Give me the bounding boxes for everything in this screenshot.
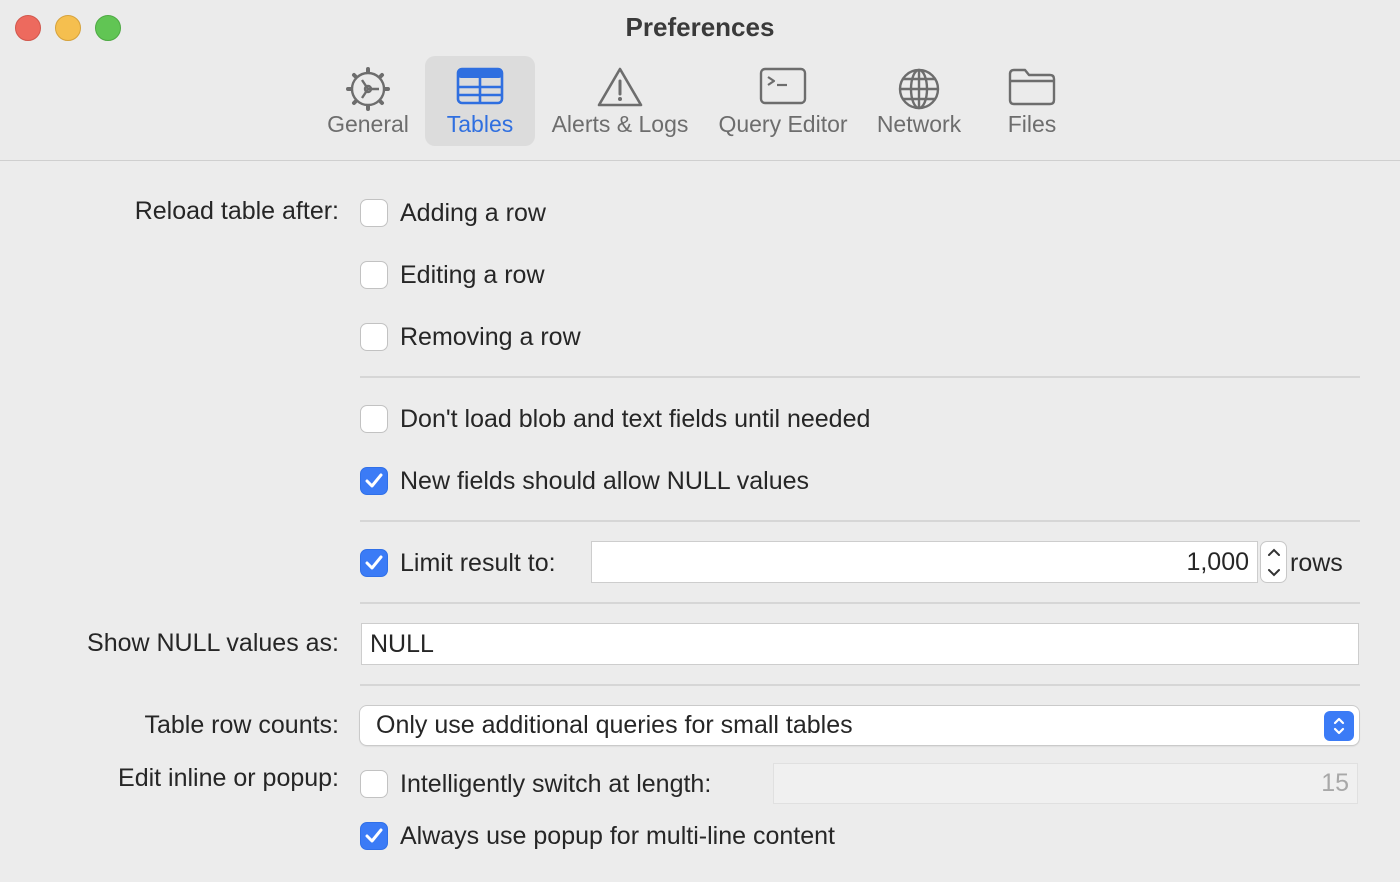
divider bbox=[360, 520, 1360, 522]
null-display-input[interactable]: NULL bbox=[361, 623, 1359, 665]
folder-icon bbox=[1008, 68, 1056, 106]
removing-row-checkbox[interactable] bbox=[360, 323, 388, 351]
tab-general-label: General bbox=[327, 111, 409, 137]
adding-row-option[interactable]: Adding a row bbox=[360, 197, 546, 229]
removing-row-option[interactable]: Removing a row bbox=[360, 321, 581, 353]
intelligent-switch-checkbox[interactable] bbox=[360, 770, 388, 798]
checkmark-icon bbox=[365, 828, 383, 843]
tab-alerts-logs-label: Alerts & Logs bbox=[551, 111, 689, 137]
editing-row-checkbox[interactable] bbox=[360, 261, 388, 289]
tab-tables[interactable]: Tables bbox=[425, 56, 535, 146]
tab-tables-label: Tables bbox=[446, 111, 514, 137]
stepper-down-button[interactable] bbox=[1261, 562, 1286, 582]
tab-query-editor-label: Query Editor bbox=[718, 111, 848, 137]
editing-row-option[interactable]: Editing a row bbox=[360, 259, 545, 291]
removing-row-label: Removing a row bbox=[400, 322, 581, 351]
switch-length-value: 15 bbox=[1321, 769, 1349, 797]
null-fields-checkbox[interactable] bbox=[360, 467, 388, 495]
window-title: Preferences bbox=[625, 12, 775, 42]
chevron-down-icon bbox=[1267, 568, 1280, 576]
gear-icon bbox=[346, 67, 390, 111]
divider bbox=[360, 684, 1360, 686]
row-counts-select[interactable]: Only use additional queries for small ta… bbox=[359, 705, 1360, 746]
checkmark-icon bbox=[365, 555, 383, 570]
chevron-up-icon bbox=[1267, 548, 1280, 556]
null-fields-option[interactable]: New fields should allow NULL values bbox=[360, 465, 809, 497]
adding-row-label: Adding a row bbox=[400, 198, 546, 227]
limit-result-stepper[interactable] bbox=[1260, 541, 1287, 583]
tab-query-editor[interactable]: Query Editor bbox=[712, 56, 854, 146]
always-popup-option[interactable]: Always use popup for multi-line content bbox=[360, 820, 835, 852]
limit-result-label: Limit result to: bbox=[400, 548, 556, 577]
row-counts-label: Table row counts: bbox=[144, 711, 339, 739]
reload-table-label: Reload table after: bbox=[134, 197, 339, 225]
adding-row-checkbox[interactable] bbox=[360, 199, 388, 227]
tab-alerts-logs[interactable]: Alerts & Logs bbox=[545, 56, 695, 146]
null-display-value: NULL bbox=[370, 629, 434, 658]
stepper-up-button[interactable] bbox=[1261, 542, 1286, 562]
tab-files-label: Files bbox=[1007, 111, 1057, 137]
table-icon bbox=[456, 67, 504, 105]
globe-icon bbox=[898, 68, 940, 110]
warning-icon bbox=[597, 67, 643, 107]
tab-files[interactable]: Files bbox=[982, 56, 1082, 146]
limit-result-input[interactable]: 1,000 bbox=[591, 541, 1258, 583]
intelligent-switch-option[interactable]: Intelligently switch at length: bbox=[360, 768, 711, 800]
switch-length-input[interactable]: 15 bbox=[773, 763, 1358, 804]
edit-inline-label: Edit inline or popup: bbox=[118, 764, 339, 792]
divider bbox=[360, 376, 1360, 378]
blob-label: Don't load blob and text fields until ne… bbox=[400, 404, 871, 433]
select-arrows-icon bbox=[1324, 711, 1354, 741]
always-popup-label: Always use popup for multi-line content bbox=[400, 821, 835, 850]
limit-result-option[interactable]: Limit result to: bbox=[360, 547, 556, 579]
limit-result-value: 1,000 bbox=[1186, 547, 1249, 576]
tab-network-label: Network bbox=[876, 111, 962, 137]
blob-checkbox[interactable] bbox=[360, 405, 388, 433]
intelligent-switch-label: Intelligently switch at length: bbox=[400, 769, 712, 798]
limit-result-unit: rows bbox=[1290, 549, 1343, 577]
always-popup-checkbox[interactable] bbox=[360, 822, 388, 850]
null-display-label: Show NULL values as: bbox=[87, 629, 339, 657]
tab-general[interactable]: General bbox=[318, 56, 418, 146]
limit-result-checkbox[interactable] bbox=[360, 549, 388, 577]
checkmark-icon bbox=[365, 473, 383, 488]
editing-row-label: Editing a row bbox=[400, 260, 545, 289]
null-fields-label: New fields should allow NULL values bbox=[400, 466, 809, 495]
tab-network[interactable]: Network bbox=[868, 56, 970, 146]
terminal-icon bbox=[759, 67, 807, 105]
divider bbox=[360, 602, 1360, 604]
row-counts-selected: Only use additional queries for small ta… bbox=[376, 711, 853, 739]
blob-option[interactable]: Don't load blob and text fields until ne… bbox=[360, 403, 870, 435]
title-bar: Preferences General Tables Alerts & Logs… bbox=[0, 0, 1400, 161]
